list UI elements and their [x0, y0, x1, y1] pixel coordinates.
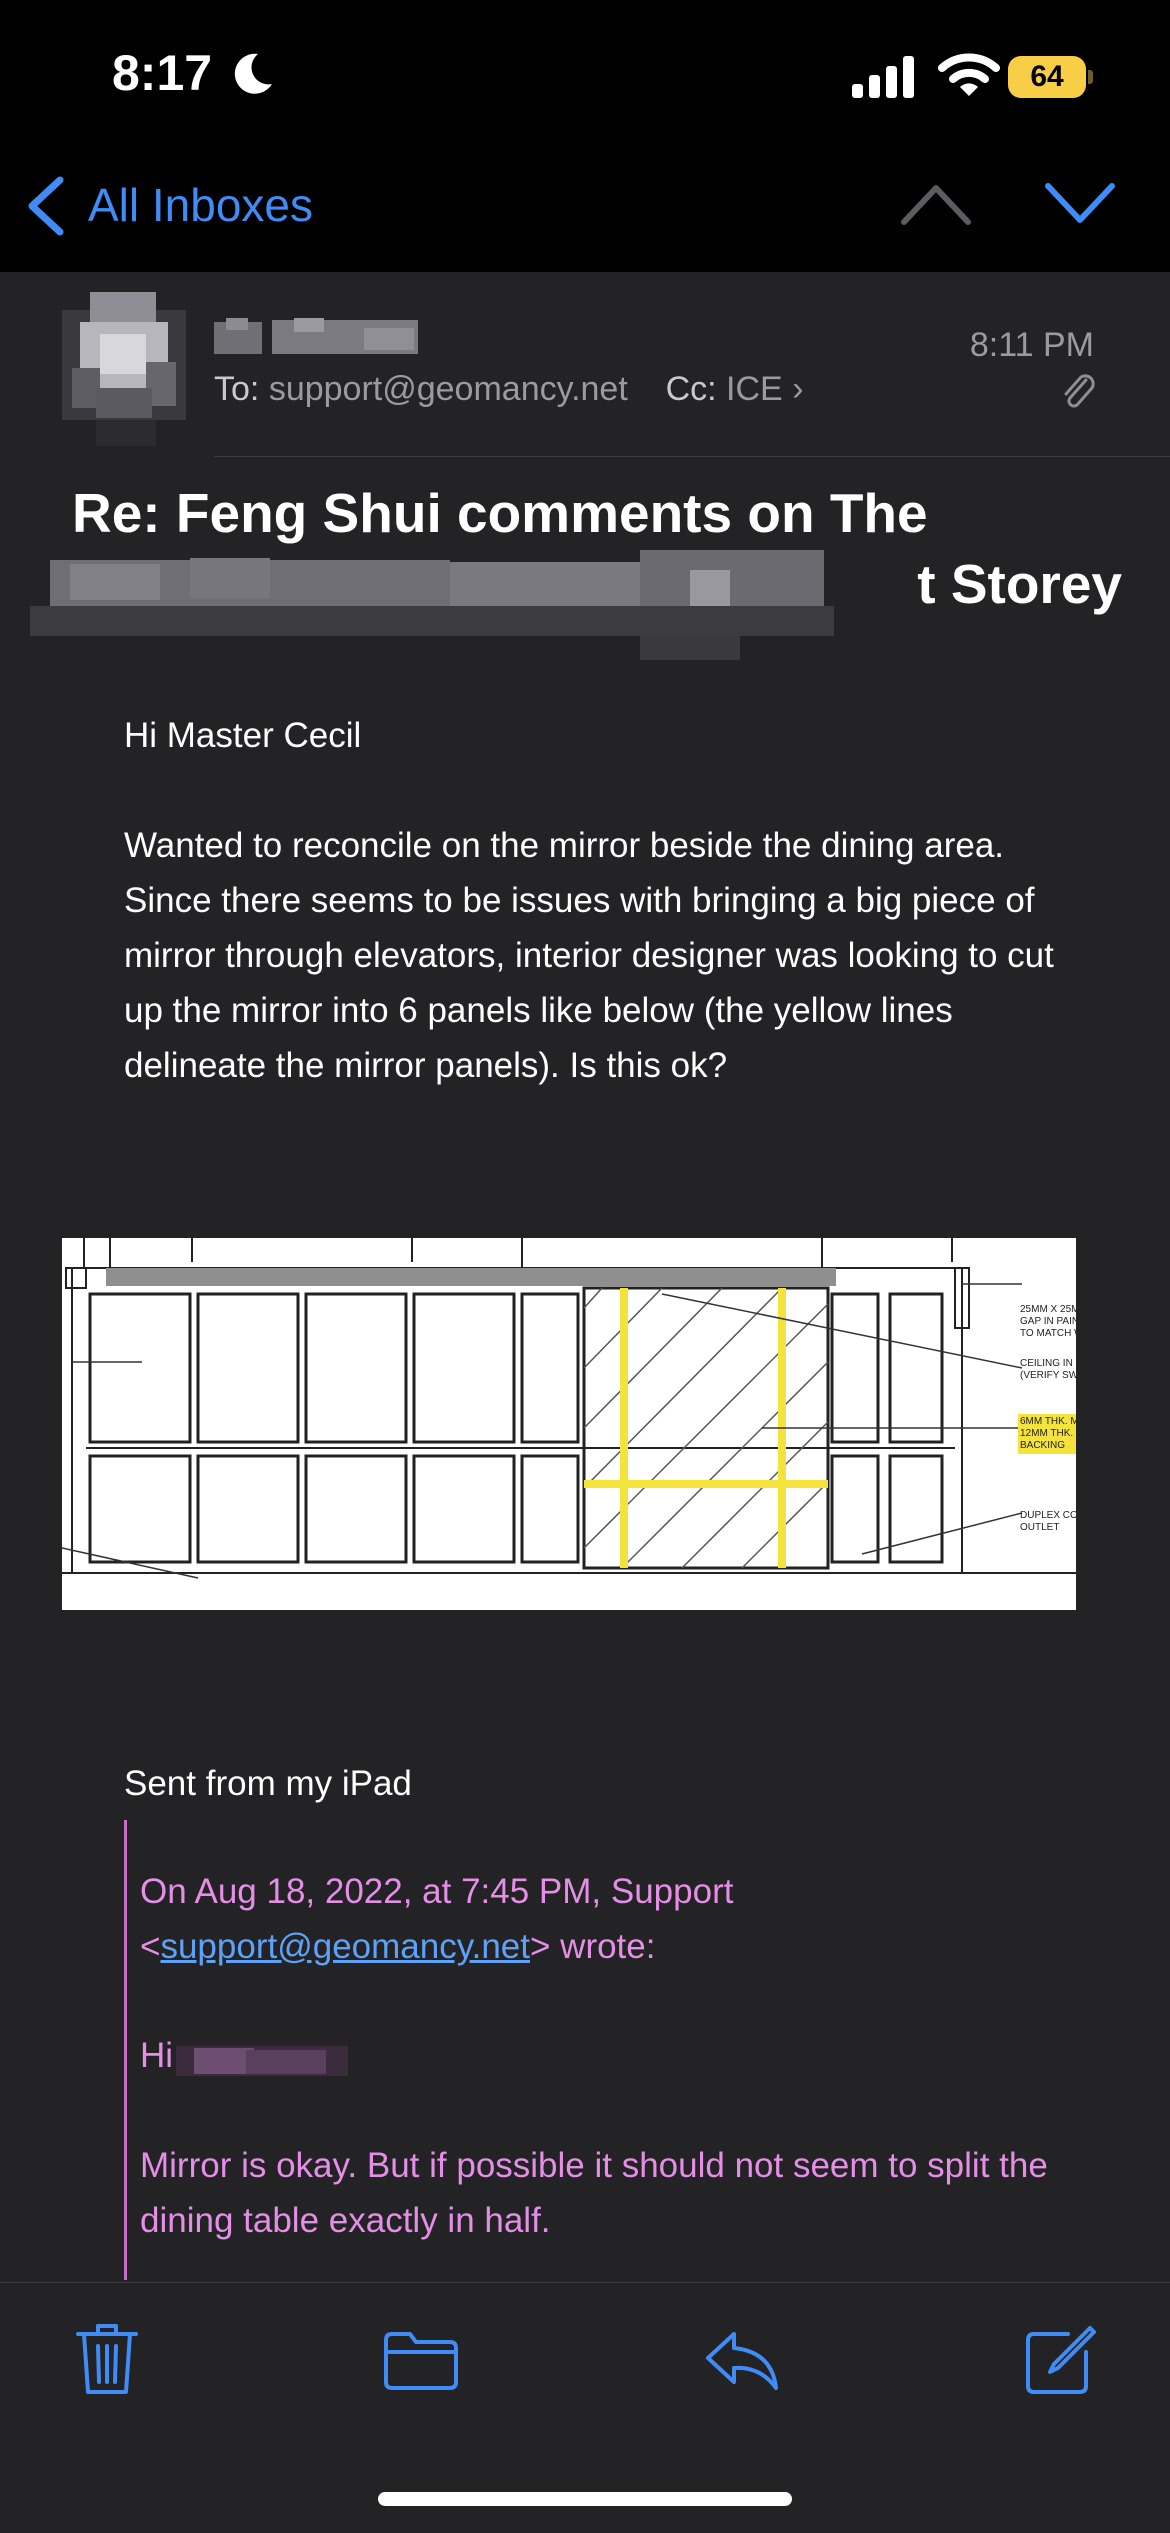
quoted-body: Mirror is okay. But if possible it shoul… [140, 2146, 1048, 2240]
drawing-note: 6MM THK. MI [1020, 1416, 1076, 1427]
drawing-note: (VERIFY SWA [1020, 1370, 1076, 1381]
mirror-elevation-drawing-image[interactable]: 25MM X 25MM GAP IN PAINT TO MATCH W CEIL… [62, 1238, 1076, 1610]
sender-name-redacted [214, 318, 418, 354]
cc-address[interactable]: ICE [726, 370, 783, 408]
paperclip-icon [1064, 374, 1095, 408]
home-indicator[interactable] [378, 2492, 792, 2506]
back-button-all-inboxes[interactable]: All Inboxes [88, 178, 313, 232]
battery-indicator: 64 [1008, 56, 1086, 98]
chevron-left-icon[interactable] [22, 174, 70, 238]
recipients-line[interactable]: To: support@geomancy.net Cc: ICE › [214, 370, 804, 409]
drawing-note: BACKING [1020, 1440, 1065, 1451]
drawing-note: TO MATCH W [1020, 1328, 1076, 1339]
subject-line-1: Re: Feng Shui comments on The [72, 482, 928, 544]
subject-redaction [30, 550, 834, 660]
drawing-note: 12MM THK. P [1020, 1428, 1076, 1439]
to-label: To: [214, 370, 260, 408]
drawing-note: 25MM X 25MM [1020, 1304, 1076, 1315]
moon-icon [234, 53, 272, 94]
sender-avatar[interactable] [62, 292, 186, 448]
drawing-note: OUTLET [1020, 1522, 1059, 1533]
wifi-icon [938, 53, 1000, 96]
quote-bar [124, 1820, 127, 2280]
battery-nub [1088, 70, 1093, 84]
previous-message-chevron-up-icon[interactable] [900, 178, 972, 228]
email-paragraph: Wanted to reconcile on the mirror beside… [124, 826, 1054, 1085]
quoted-name-redaction [176, 2046, 348, 2076]
drawing-note: CEILING IN F [1020, 1358, 1076, 1369]
message-date: 8:11 PM [969, 326, 1094, 364]
drawing-note: GAP IN PAINT [1020, 1316, 1076, 1327]
email-signature: Sent from my iPad [124, 1764, 412, 1803]
compose-icon[interactable] [1024, 2324, 1096, 2396]
quoted-header-suffix: > wrote: [530, 1927, 656, 1966]
chevron-right-icon[interactable]: › [792, 370, 803, 408]
drawing-note: DUPLEX CON [1020, 1510, 1076, 1521]
quoted-header: On Aug 18, 2022, at 7:45 PM, Support <su… [140, 1864, 1070, 1974]
signal-icon [852, 56, 914, 98]
reply-icon[interactable] [704, 2328, 780, 2392]
header-divider [214, 456, 1170, 457]
battery-level: 64 [1030, 60, 1064, 93]
cc-label: Cc: [665, 370, 717, 408]
folder-icon[interactable] [382, 2330, 460, 2392]
next-message-chevron-down-icon[interactable] [1044, 178, 1116, 228]
status-time: 8:17 [112, 45, 213, 101]
quoted-email-link[interactable]: support@geomancy.net [160, 1927, 530, 1966]
to-address[interactable]: support@geomancy.net [269, 370, 628, 408]
email-greeting: Hi Master Cecil [124, 716, 362, 755]
trash-icon[interactable] [74, 2322, 140, 2396]
